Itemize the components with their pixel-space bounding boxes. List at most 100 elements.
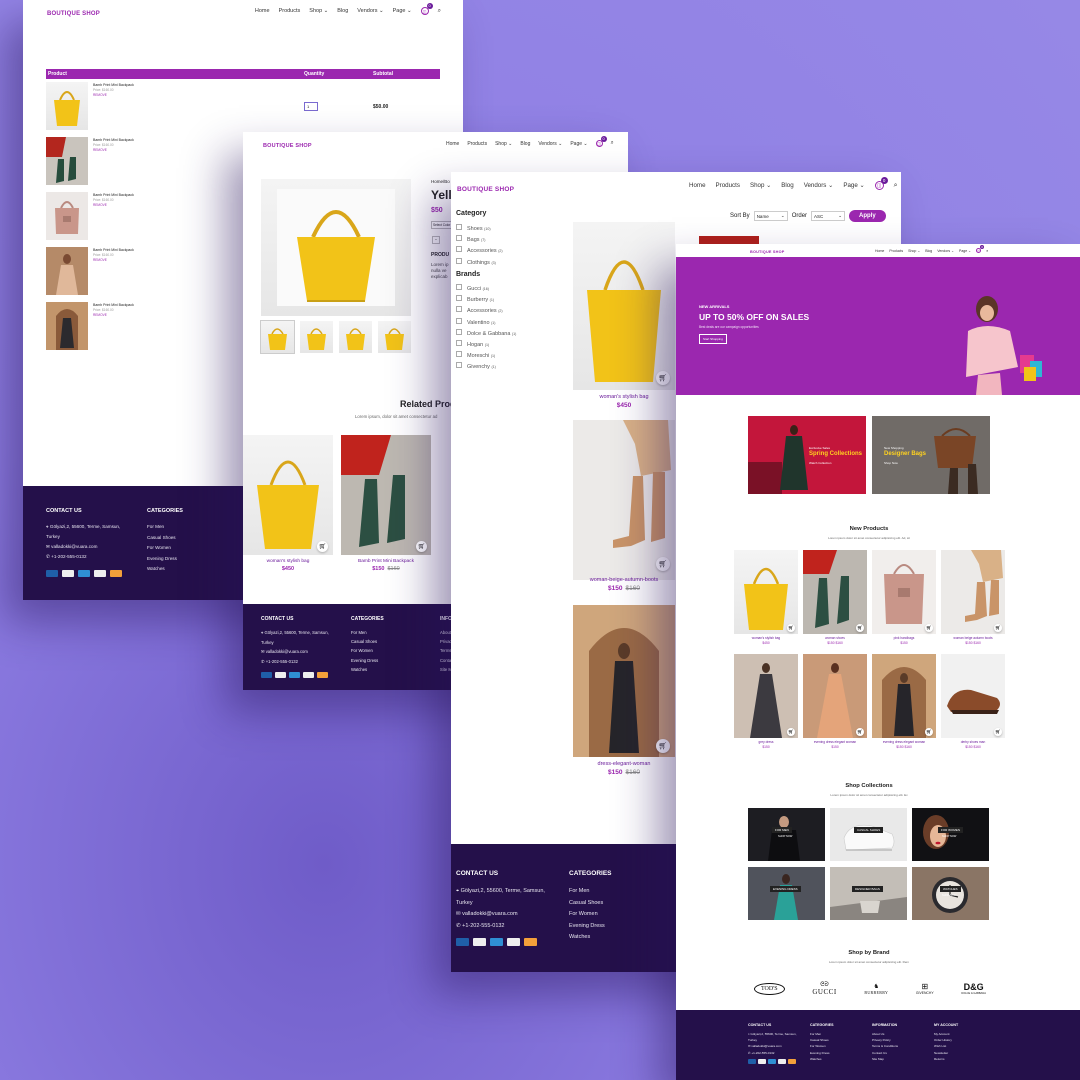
add-to-cart-button[interactable]: 🛒︎ <box>925 624 933 632</box>
add-to-cart-button[interactable]: 🛒︎ <box>856 728 864 736</box>
product-card-image[interactable] <box>573 222 675 390</box>
gallery-thumbnail[interactable] <box>339 321 372 353</box>
product-card-name[interactable]: woman's stylish bag <box>573 394 675 400</box>
collection-cta[interactable]: SHOP NOW <box>942 835 956 838</box>
product-card-image[interactable] <box>573 420 675 580</box>
add-to-cart-button[interactable]: 🛒︎ <box>925 728 933 736</box>
product-card-name[interactable]: woman's stylish bag <box>734 636 798 640</box>
gallery-thumbnail[interactable] <box>260 320 295 354</box>
product-card-image[interactable] <box>803 654 867 738</box>
footer-category-link[interactable]: Watches <box>351 665 378 674</box>
product-card-image[interactable] <box>941 550 1005 634</box>
brand-filter[interactable]: Hogan (1) <box>456 340 516 351</box>
nav-shop[interactable]: Shop ⌄ <box>309 8 328 14</box>
breadcrumb[interactable]: Home/Bo <box>431 179 450 184</box>
brand-logo-tods[interactable]: TOD'S <box>754 983 785 995</box>
add-to-cart-button[interactable]: 🛒︎ <box>656 739 670 753</box>
add-to-cart-button[interactable]: 🛒︎ <box>656 371 670 385</box>
checkbox[interactable] <box>456 351 462 358</box>
search-icon[interactable]: ⌕ <box>438 8 441 15</box>
checkbox[interactable] <box>456 257 462 264</box>
promo-link[interactable]: Shop Now <box>884 461 898 465</box>
nav-vendors[interactable]: Vendors ⌄ <box>804 182 834 189</box>
product-thumbnail[interactable] <box>46 247 88 295</box>
category-filter[interactable]: Shoes (10) <box>456 224 503 235</box>
cart-item-name[interactable]: Bamb Print Mini Backpack <box>93 193 134 197</box>
sort-select[interactable]: Name ⌄ <box>753 211 788 221</box>
checkbox[interactable] <box>456 235 462 242</box>
cart-icon[interactable]: ◫ 0 <box>976 245 985 253</box>
add-to-cart-button[interactable]: 🛒︎ <box>317 541 328 552</box>
product-card-name[interactable]: evening dress elegant woman <box>803 740 867 744</box>
nav-page[interactable]: Page ⌄ <box>843 182 864 189</box>
brand-filter[interactable]: Accessories (2) <box>456 306 516 317</box>
nav-home[interactable]: Home <box>446 141 459 147</box>
footer-category-link[interactable]: Evening Dress <box>147 554 177 565</box>
product-card-image[interactable] <box>941 654 1005 738</box>
nav-products[interactable]: Products <box>716 182 740 189</box>
nav-vendors[interactable]: Vendors ⌄ <box>937 249 954 253</box>
nav-vendors[interactable]: Vendors ⌄ <box>357 8 383 14</box>
add-to-cart-button[interactable]: 🛒︎ <box>994 624 1002 632</box>
footer-category-link[interactable]: Evening Dress <box>569 921 605 933</box>
product-thumbnail[interactable] <box>46 137 88 185</box>
collection-tile[interactable]: CASUAL SHOES <box>830 808 907 861</box>
footer-email[interactable]: valladokki@vuara.com <box>462 911 517 917</box>
brand-filter[interactable]: Gucci (16) <box>456 284 516 295</box>
product-card-image[interactable] <box>803 550 867 634</box>
footer-email[interactable]: valladokki@vuara.com <box>751 1044 781 1048</box>
nav-home[interactable]: Home <box>875 249 884 253</box>
product-card-name[interactable]: grey dress <box>734 740 798 744</box>
brand-logo-gucci[interactable]: ᘓᘐ GUCCI <box>812 982 836 996</box>
product-card-image[interactable] <box>872 654 936 738</box>
brand-logo[interactable]: BOUTIQUE SHOP <box>457 186 514 193</box>
product-card-name[interactable]: evening dress elegant woman <box>872 740 936 744</box>
footer-category-link[interactable]: Casual Shoes <box>147 533 177 544</box>
cart-icon[interactable]: ◫ 0 <box>874 177 888 190</box>
footer-category-link[interactable]: Watches <box>810 1056 830 1062</box>
nav-shop[interactable]: Shop ⌄ <box>495 141 512 147</box>
checkbox[interactable] <box>456 246 462 253</box>
checkbox[interactable] <box>456 306 462 313</box>
gallery-thumbnail[interactable] <box>378 321 411 353</box>
footer-category-link[interactable]: Casual Shoes <box>569 898 605 910</box>
nav-blog[interactable]: Blog <box>925 249 932 253</box>
checkbox[interactable] <box>456 284 462 290</box>
collection-tile[interactable]: EVENING DRESS <box>748 867 825 920</box>
product-card-name[interactable]: derby shoes man <box>941 740 1005 744</box>
footer-phone[interactable]: +1-202-555-0132 <box>462 923 504 929</box>
category-filter[interactable]: Bags (7) <box>456 235 503 246</box>
cart-icon[interactable]: ◫ 0 <box>420 3 433 15</box>
nav-products[interactable]: Products <box>889 249 903 253</box>
add-to-cart-button[interactable]: 🛒︎ <box>416 541 427 552</box>
brand-filter[interactable]: Moreschi (1) <box>456 351 516 362</box>
related-product-name[interactable]: Bamb Print Mini Backpack <box>341 559 431 564</box>
category-filter[interactable]: Accessories (2) <box>456 246 503 257</box>
footer-category-link[interactable]: For Women <box>147 543 177 554</box>
search-icon[interactable]: ⌕ <box>986 248 988 253</box>
cart-item-name[interactable]: Bamb Print Mini Backpack <box>93 83 134 87</box>
checkbox[interactable] <box>456 362 462 369</box>
remove-link[interactable]: REMOVE <box>93 148 107 152</box>
nav-blog[interactable]: Blog <box>781 182 793 189</box>
promo-link[interactable]: Watch Collection <box>809 461 831 465</box>
footer-category-link[interactable]: For Women <box>569 909 605 921</box>
gallery-thumbnail[interactable] <box>300 321 333 353</box>
nav-home[interactable]: Home <box>255 8 270 14</box>
collection-tile[interactable]: FOR MEN SHOP NOW <box>748 808 825 861</box>
footer-category-link[interactable]: Watches <box>569 932 605 944</box>
apply-button[interactable]: Apply <box>849 210 886 222</box>
add-to-cart-button[interactable]: 🛒︎ <box>994 728 1002 736</box>
category-filter[interactable]: Clothings (3) <box>456 257 503 269</box>
add-to-cart-button[interactable]: 🛒︎ <box>787 624 795 632</box>
quantity-stepper[interactable]: − <box>432 236 440 244</box>
add-to-cart-button[interactable]: 🛒︎ <box>656 557 670 571</box>
footer-info-link[interactable]: Site Map <box>872 1056 898 1062</box>
nav-page[interactable]: Page ⌄ <box>393 8 412 14</box>
product-card-name[interactable]: woman-beige-autumn-boots <box>573 577 675 583</box>
brand-logo[interactable]: BOUTIQUE SHOP <box>750 250 784 254</box>
nav-home[interactable]: Home <box>689 182 706 189</box>
checkbox[interactable] <box>456 224 462 230</box>
checkbox[interactable] <box>456 317 462 324</box>
nav-shop[interactable]: Shop ⌄ <box>750 182 771 189</box>
